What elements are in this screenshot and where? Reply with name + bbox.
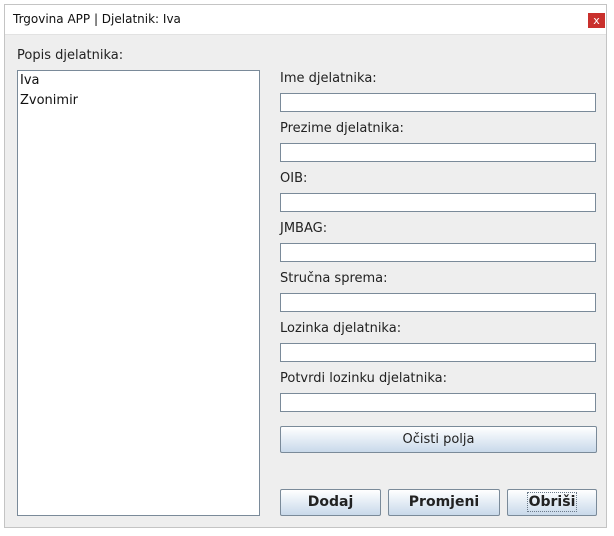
- title-bar: Trgovina APP | Djelatnik: Iva x: [5, 5, 606, 35]
- close-button[interactable]: x: [588, 13, 605, 28]
- confirm-password-label: Potvrdi lozinku djelatnika:: [280, 371, 448, 386]
- clear-fields-button[interactable]: Očisti polja: [280, 426, 597, 453]
- add-button[interactable]: Dodaj: [280, 489, 381, 516]
- qualification-input[interactable]: [280, 293, 596, 312]
- list-item-zvonimir[interactable]: Zvonimir: [18, 91, 259, 111]
- last-name-label: Prezime djelatnika:: [280, 121, 404, 136]
- employee-list-label: Popis djelatnika:: [17, 48, 124, 63]
- delete-button[interactable]: Obriši: [507, 489, 597, 516]
- password-input[interactable]: [280, 343, 596, 362]
- last-name-input[interactable]: [280, 143, 596, 162]
- first-name-label: Ime djelatnika:: [280, 71, 377, 86]
- confirm-password-input[interactable]: [280, 393, 596, 412]
- oib-input[interactable]: [280, 193, 596, 212]
- qualification-label: Stručna sprema:: [280, 271, 388, 286]
- employee-list[interactable]: Iva Zvonimir: [17, 70, 260, 516]
- close-icon: x: [593, 14, 600, 27]
- list-item-iva[interactable]: Iva: [18, 71, 259, 91]
- oib-label: OIB:: [280, 171, 308, 186]
- change-button[interactable]: Promjeni: [388, 489, 500, 516]
- jmbag-label: JMBAG:: [280, 221, 328, 236]
- password-label: Lozinka djelatnika:: [280, 321, 402, 336]
- window-title: Trgovina APP | Djelatnik: Iva: [13, 12, 181, 26]
- first-name-input[interactable]: [280, 93, 596, 112]
- app-window: Trgovina APP | Djelatnik: Iva x Popis dj…: [4, 4, 607, 528]
- jmbag-input[interactable]: [280, 243, 596, 262]
- delete-button-label: Obriši: [526, 492, 578, 512]
